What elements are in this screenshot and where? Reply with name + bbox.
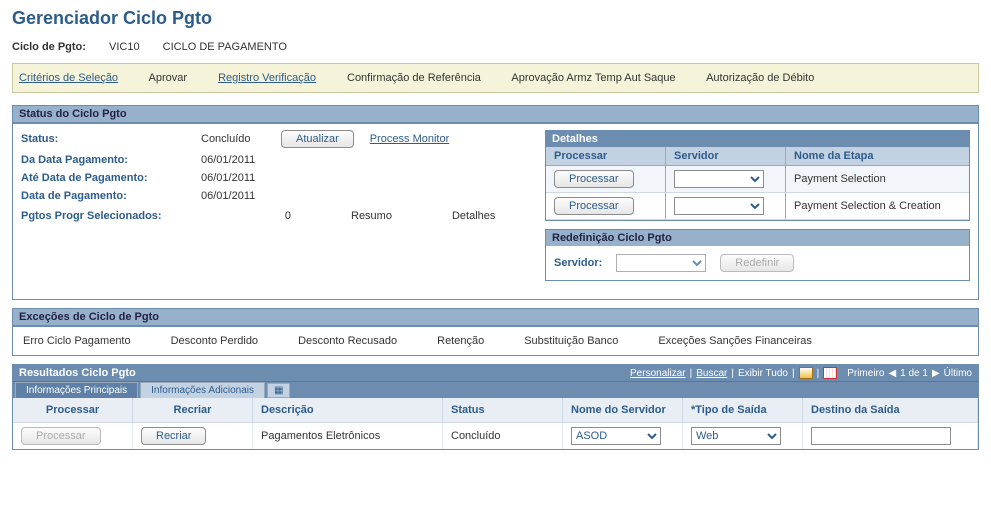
data-label: Data de Pagamento: [21,190,201,202]
cycle-label: Ciclo de Pgto: [12,41,86,53]
status-label: Status: [21,133,201,145]
servidor-select-1[interactable] [674,197,764,215]
servidor-select-0[interactable] [674,170,764,188]
download-icon[interactable] [799,367,813,379]
exc-item-2[interactable]: Desconto Recusado [298,335,397,347]
processar-button-0[interactable]: Processar [554,170,634,188]
redefinir-button: Redefinir [720,254,794,272]
calendar-icon[interactable] [823,367,837,379]
process-monitor-link[interactable]: Process Monitor [370,133,449,145]
da-data-label: Da Data Pagamento: [21,154,201,166]
processar-button-1[interactable]: Processar [554,197,634,215]
gcol-status: Status [443,398,563,422]
exibir-tudo-link: Exibir Tudo [738,368,788,379]
step-name-0: Payment Selection [786,166,969,192]
cycle-desc: CICLO DE PAGAMENTO [163,41,287,53]
top-tabbar: Critérios de Seleção Aprovar Registro Ve… [12,63,979,93]
nav-counter: 1 de 1 [900,368,928,379]
row-descricao: Pagamentos Eletrônicos [253,423,443,449]
results-title: Resultados Ciclo Pgto [19,367,136,379]
results-panel: Resultados Ciclo Pgto Personalizar | Bus… [12,364,979,450]
show-all-columns-icon[interactable]: ▦ [267,383,290,398]
da-data-value: 06/01/2011 [201,154,281,166]
page-title: Gerenciador Ciclo Pgto [12,8,979,29]
tab-aprovar[interactable]: Aprovar [149,72,188,84]
gcol-tipo-saida: *Tipo de Saída [683,398,803,422]
exc-item-3[interactable]: Retenção [437,335,484,347]
gcol-destino-saida: Destino da Saída [803,398,978,422]
cycle-info: Ciclo de Pgto: VIC10 CICLO DE PAGAMENTO [12,41,979,53]
nav-primeiro: Primeiro [847,368,884,379]
atualizar-button[interactable]: Atualizar [281,130,354,148]
tab-aprovacao-armz[interactable]: Aprovação Armz Temp Aut Saque [511,72,675,84]
subtab-info-principais[interactable]: Informações Principais [15,382,138,398]
status-header: Status do Ciclo Pgto [13,106,978,124]
row-destino-saida-input[interactable] [811,427,951,445]
nav-ultimo: Último [944,368,972,379]
grid-row-0: Processar Recriar Pagamentos Eletrônicos… [13,423,978,449]
detalhes-box: Detalhes Processar Servidor Nome da Etap… [545,130,970,221]
subtab-info-adicionais[interactable]: Informações Adicionais [140,382,265,398]
col-processar: Processar [546,147,666,165]
step-name-1: Payment Selection & Creation [786,193,969,219]
personalizar-link[interactable]: Personalizar [630,368,686,379]
row-processar-button: Processar [21,427,101,445]
row-nome-servidor-select[interactable]: ASOD [571,427,661,445]
resumo-link[interactable]: Resumo [351,210,392,222]
detalhes-row-1: Processar Payment Selection & Creation [546,193,969,220]
detalhes-header: Detalhes [546,131,969,147]
col-nome-etapa: Nome da Etapa [786,147,969,165]
buscar-link[interactable]: Buscar [696,368,727,379]
gcol-recriar: Recriar [133,398,253,422]
tab-criterios-selecao[interactable]: Critérios de Seleção [19,72,118,84]
gcol-nome-servidor: Nome do Servidor [563,398,683,422]
cycle-code: VIC10 [109,41,140,53]
exc-item-1[interactable]: Desconto Perdido [171,335,258,347]
detalhes-link[interactable]: Detalhes [452,210,495,222]
nav-next-icon[interactable]: ▶ [932,368,940,379]
row-status: Concluído [443,423,563,449]
pgtos-progr-label: Pgtos Progr Selecionados: [21,210,201,222]
exc-item-5[interactable]: Exceções Sanções Financeiras [658,335,811,347]
excecoes-panel: Exceções de Ciclo de Pgto Erro Ciclo Pag… [12,308,979,356]
excecoes-header: Exceções de Ciclo de Pgto [13,309,978,327]
tab-confirmacao-referencia[interactable]: Confirmação de Referência [347,72,481,84]
redef-box: Redefinição Ciclo Pgto Servidor: Redefin… [545,229,970,281]
nav-prev-icon[interactable]: ◀ [888,368,896,379]
row-recriar-button[interactable]: Recriar [141,427,206,445]
ate-data-label: Até Data de Pagamento: [21,172,201,184]
row-tipo-saida-select[interactable]: Web [691,427,781,445]
gcol-processar: Processar [13,398,133,422]
ate-data-value: 06/01/2011 [201,172,281,184]
exc-item-4[interactable]: Substituição Banco [524,335,618,347]
data-value: 06/01/2011 [201,190,281,202]
detalhes-row-0: Processar Payment Selection [546,166,969,193]
status-panel: Status do Ciclo Pgto Status: Concluído A… [12,105,979,300]
col-servidor: Servidor [666,147,786,165]
exc-item-0[interactable]: Erro Ciclo Pagamento [23,335,131,347]
tab-registro-verificacao[interactable]: Registro Verificação [218,72,316,84]
tab-autorizacao-debito[interactable]: Autorização de Débito [706,72,814,84]
gcol-descricao: Descrição [253,398,443,422]
redef-servidor-select [616,254,706,272]
redef-servidor-label: Servidor: [554,257,602,269]
status-value: Concluído [201,133,281,145]
pgtos-progr-value: 0 [231,210,291,222]
redef-header: Redefinição Ciclo Pgto [546,230,969,246]
